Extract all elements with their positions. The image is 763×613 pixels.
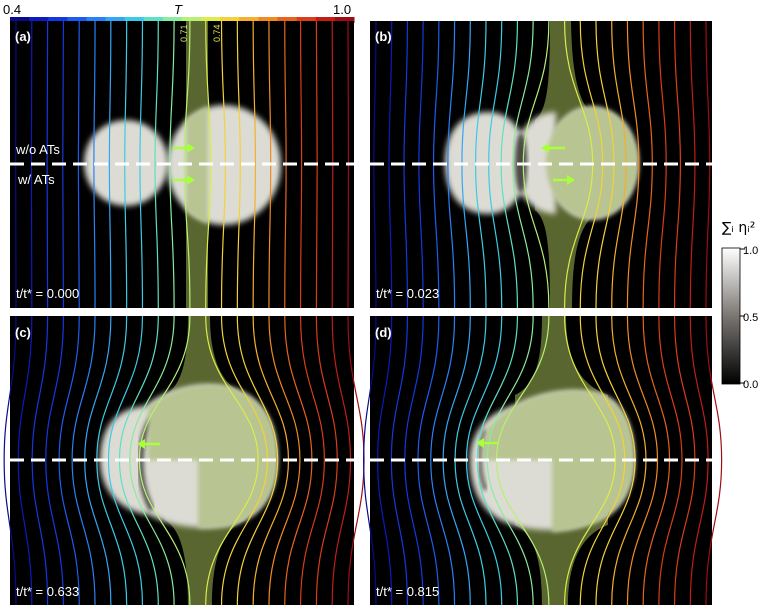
panel-b-label: (b) <box>375 29 392 44</box>
label-with-ats: w/ ATs <box>17 172 55 187</box>
isotherm-label-071: 0.71 <box>179 24 189 42</box>
isotherm-line <box>46 20 49 309</box>
colorbar-tick-label-05: 0.5 <box>743 312 758 324</box>
isotherm-label-074: 0.74 <box>212 24 222 42</box>
panel-d-time: t/t* = 0.815 <box>376 584 439 599</box>
temperature-colorbar: 0.4 1.0 T <box>3 2 355 23</box>
panel-d-label: (d) <box>375 325 392 340</box>
panel-b-time: t/t* = 0.023 <box>376 286 439 301</box>
temperature-colorbar-title: T <box>174 2 183 17</box>
panel-a: 0.71 0.74 w/o ATs w/ ATs (a) t/t* = 0.00… <box>10 20 354 309</box>
order-parameter-colorbar: ∑ᵢ ηᵢ² 1.0 0.5 0.0 <box>721 220 758 391</box>
label-without-ats: w/o ATs <box>15 142 60 157</box>
panel-b: (b) t/t* = 0.023 <box>370 20 712 309</box>
order-parameter-colorbar-title: ∑ᵢ ηᵢ² <box>722 220 755 236</box>
order-parameter-colorbar-gradient <box>721 247 741 385</box>
panel-c-time: t/t* = 0.633 <box>16 584 79 599</box>
panel-d: (d) t/t* = 0.815 <box>363 315 723 606</box>
temperature-colorbar-max-label: 1.0 <box>333 2 351 17</box>
panel-c: (c) t/t* = 0.633 <box>3 315 365 606</box>
panel-c-label: (c) <box>15 325 31 340</box>
figure: 0.4 1.0 T 0.71 0.74 w/o ATs w/ ATs (a) t… <box>3 2 758 606</box>
panel-a-time: t/t* = 0.000 <box>16 286 79 301</box>
panel-a-label: (a) <box>15 29 31 44</box>
colorbar-tick-label-00: 0.0 <box>743 379 758 391</box>
temperature-colorbar-min-label: 0.4 <box>3 2 21 17</box>
colorbar-tick-label-10: 1.0 <box>743 245 758 257</box>
